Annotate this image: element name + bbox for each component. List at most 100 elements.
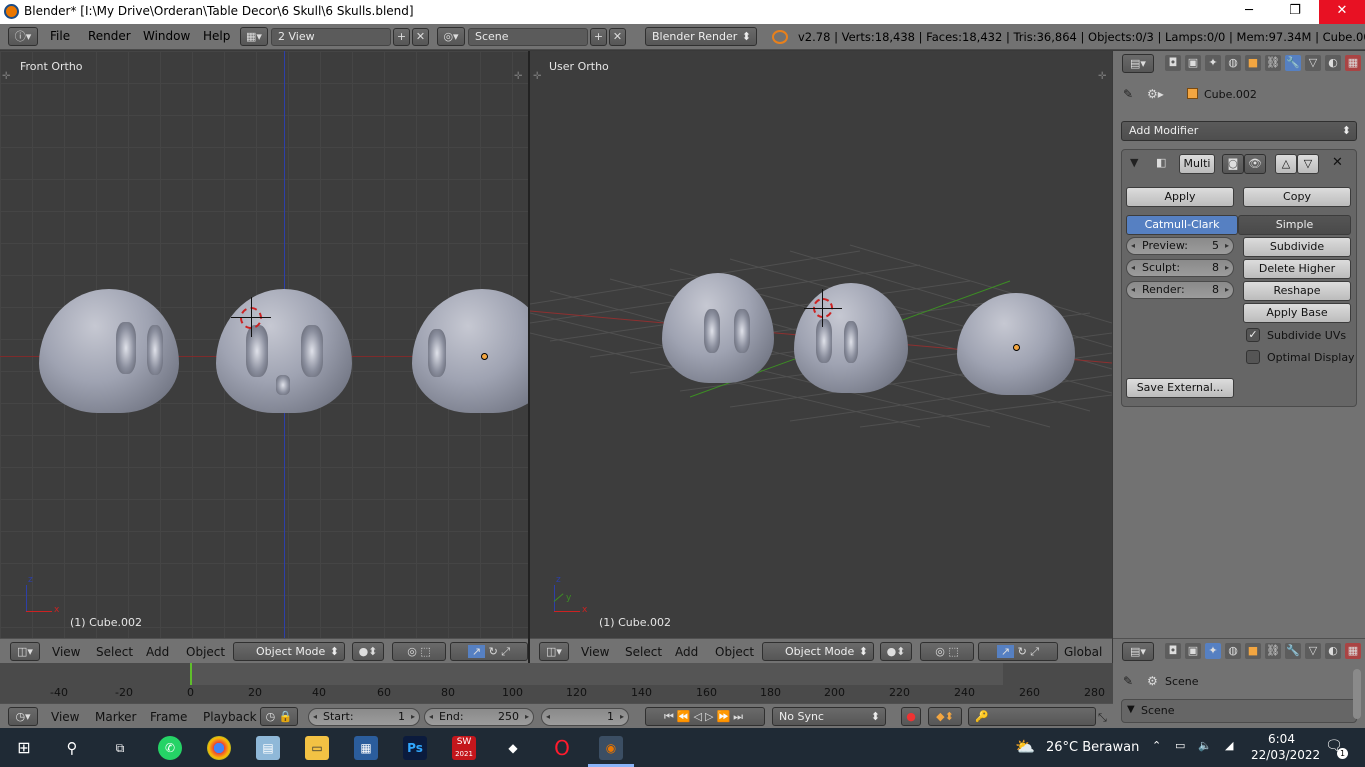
record-icon[interactable]: ● bbox=[901, 707, 921, 726]
optimal-display-checkbox[interactable] bbox=[1246, 350, 1260, 364]
sculpt-levels-field[interactable]: ◂ Sculpt: 8 ▸ bbox=[1126, 259, 1234, 277]
header-menu-view[interactable]: View bbox=[52, 645, 80, 659]
header-menu-object[interactable]: Object bbox=[186, 645, 225, 659]
move-up-icon[interactable]: △ bbox=[1275, 154, 1297, 174]
editor-type-info-button[interactable]: ⓘ▾ bbox=[8, 27, 38, 46]
editor-type-3d-button[interactable]: ◫▾ bbox=[10, 642, 40, 661]
corner-plus-icon[interactable]: ✛ bbox=[514, 71, 522, 82]
blender-taskbar-icon[interactable]: ◉ bbox=[599, 736, 623, 760]
apply-base-button[interactable]: Apply Base bbox=[1243, 303, 1351, 323]
manipulator-buttons[interactable]: ↗ ↻ ⤢ bbox=[450, 642, 528, 661]
simple-toggle[interactable]: Simple bbox=[1238, 215, 1351, 235]
battery-icon[interactable]: ▭ bbox=[1175, 739, 1185, 752]
task-view-icon[interactable]: ⧉ bbox=[108, 736, 132, 760]
world-tab-icon[interactable]: ◍ bbox=[1225, 643, 1241, 659]
whatsapp-icon[interactable]: ✆ bbox=[158, 736, 182, 760]
render-tab-icon[interactable]: ◘ bbox=[1165, 55, 1181, 71]
scene-panel-header[interactable]: ▼ Scene bbox=[1121, 699, 1357, 723]
subdivide-button[interactable]: Subdivide bbox=[1243, 237, 1351, 257]
editor-type-properties-button[interactable]: ▤▾ bbox=[1122, 642, 1154, 661]
preview-range-icon[interactable]: ◷ 🔒 bbox=[260, 707, 298, 726]
mode-select[interactable]: Object Mode ⬍ bbox=[233, 642, 345, 661]
screen-layout-field[interactable]: 2 View bbox=[271, 28, 391, 46]
timeline-area[interactable]: -40 -20 0 20 40 60 80 100 120 140 160 18… bbox=[0, 663, 1113, 703]
screen-layout-icon[interactable]: ▦▾ bbox=[240, 27, 268, 46]
screen-remove-button[interactable]: ✕ bbox=[412, 28, 429, 46]
render-layers-tab-icon[interactable]: ▣ bbox=[1185, 643, 1201, 659]
eye-icon[interactable]: 👁 bbox=[1244, 154, 1266, 174]
texture-tab-icon[interactable]: ▦ bbox=[1345, 643, 1361, 659]
modifiers-wrench-icon[interactable]: 🔧 bbox=[1285, 55, 1301, 71]
timeline-menu-marker[interactable]: Marker bbox=[95, 710, 136, 724]
close-icon[interactable]: ✕ bbox=[1332, 155, 1343, 170]
data-tab-icon[interactable]: ▽ bbox=[1305, 643, 1321, 659]
scene-remove-button[interactable]: ✕ bbox=[609, 28, 626, 46]
move-down-icon[interactable]: ▽ bbox=[1297, 154, 1319, 174]
constraints-tab-icon[interactable]: ⛓ bbox=[1265, 55, 1281, 71]
scene-field[interactable]: Scene bbox=[468, 28, 588, 46]
apply-button[interactable]: Apply bbox=[1126, 187, 1234, 207]
sync-select[interactable]: No Sync ⬍ bbox=[772, 707, 886, 726]
manipulator-buttons[interactable]: ↗ ↻ ⤢ bbox=[978, 642, 1058, 661]
render-engine-select[interactable]: Blender Render ⬍ bbox=[645, 27, 757, 46]
editor-type-3d-button[interactable]: ◫▾ bbox=[539, 642, 569, 661]
transform-orientation-label[interactable]: Global bbox=[1064, 645, 1102, 659]
object-origin-dot[interactable] bbox=[481, 353, 488, 360]
keying-set-icon[interactable]: ◆⬍ bbox=[928, 707, 962, 726]
clock-date[interactable]: 22/03/2022 bbox=[1251, 748, 1320, 762]
timeline-menu-playback[interactable]: Playback bbox=[203, 710, 257, 724]
scene-add-button[interactable]: + bbox=[590, 28, 607, 46]
pivot-select[interactable]: ◎ ⬚ bbox=[920, 642, 974, 661]
viewport-front-ortho[interactable]: Front Ortho ✛ ✛ z x (1) Cube.002 bbox=[0, 51, 528, 638]
chrome-icon[interactable] bbox=[207, 736, 231, 760]
render-layers-tab-icon[interactable]: ▣ bbox=[1185, 55, 1201, 71]
object-tab-icon[interactable]: ■ bbox=[1245, 55, 1261, 71]
minimize-button[interactable]: ─ bbox=[1226, 0, 1272, 24]
corner-plus-icon[interactable]: ✛ bbox=[533, 71, 541, 82]
corner-plus-icon[interactable]: ✛ bbox=[2, 71, 10, 82]
shading-select[interactable]: ●⬍ bbox=[352, 642, 384, 661]
solidworks-icon[interactable]: SW 2021 bbox=[452, 736, 476, 760]
playback-controls[interactable]: ⏮⏪◁▷⏩⏭ bbox=[645, 707, 765, 726]
menu-file[interactable]: File bbox=[50, 29, 70, 43]
collapse-triangle-icon[interactable]: ▼ bbox=[1130, 156, 1138, 169]
close-window-button[interactable]: ✕ bbox=[1319, 0, 1365, 24]
modifiers-wrench-icon[interactable]: 🔧 bbox=[1285, 643, 1301, 659]
editor-type-properties-button[interactable]: ▤▾ bbox=[1122, 54, 1154, 73]
add-modifier-select[interactable]: Add Modifier ⬍ bbox=[1121, 121, 1357, 141]
timeline-menu-view[interactable]: View bbox=[51, 710, 79, 724]
subdivide-uvs-checkbox[interactable]: ✓ bbox=[1246, 328, 1260, 342]
header-menu-select[interactable]: Select bbox=[625, 645, 662, 659]
reshape-button[interactable]: Reshape bbox=[1243, 281, 1351, 301]
windows-start-icon[interactable]: ⊞ bbox=[12, 736, 36, 760]
editor-type-timeline-button[interactable]: ◷▾ bbox=[8, 707, 38, 726]
scene-tab-icon[interactable]: ✦ bbox=[1205, 55, 1221, 71]
timeline-menu-frame[interactable]: Frame bbox=[150, 710, 187, 724]
weather-text[interactable]: 26°C Berawan bbox=[1046, 740, 1139, 755]
clock-time[interactable]: 6:04 bbox=[1268, 732, 1295, 746]
data-tab-icon[interactable]: ▽ bbox=[1305, 55, 1321, 71]
preview-levels-field[interactable]: ◂ Preview: 5 ▸ bbox=[1126, 237, 1234, 255]
world-tab-icon[interactable]: ◍ bbox=[1225, 55, 1241, 71]
header-menu-add[interactable]: Add bbox=[146, 645, 169, 659]
header-menu-view[interactable]: View bbox=[581, 645, 609, 659]
shading-select[interactable]: ●⬍ bbox=[880, 642, 912, 661]
constraints-tab-icon[interactable]: ⛓ bbox=[1265, 643, 1281, 659]
volume-icon[interactable]: 🔈 bbox=[1198, 739, 1212, 752]
tray-chevron-icon[interactable]: ⌃ bbox=[1152, 739, 1161, 752]
copy-button[interactable]: Copy bbox=[1243, 187, 1351, 207]
search-icon[interactable]: ⚲ bbox=[60, 736, 84, 760]
file-explorer-icon[interactable]: ▭ bbox=[305, 736, 329, 760]
render-toggle-icon[interactable]: ◙ bbox=[1222, 154, 1244, 174]
viewport-user-ortho[interactable]: User Ortho ✛ ✛ z y x (1) Cube.002 bbox=[530, 51, 1112, 638]
object-origin-dot[interactable] bbox=[1013, 344, 1020, 351]
texture-tab-icon[interactable]: ▦ bbox=[1345, 55, 1361, 71]
scrollbar[interactable] bbox=[1353, 669, 1361, 719]
scene-icon[interactable]: ◎▾ bbox=[437, 27, 465, 46]
calculator-icon[interactable]: ▦ bbox=[354, 736, 378, 760]
header-menu-select[interactable]: Select bbox=[96, 645, 133, 659]
notes-app-icon[interactable]: ▤ bbox=[256, 736, 280, 760]
render-tab-icon[interactable]: ◘ bbox=[1165, 643, 1181, 659]
material-tab-icon[interactable]: ◐ bbox=[1325, 643, 1341, 659]
delete-higher-button[interactable]: Delete Higher bbox=[1243, 259, 1351, 279]
